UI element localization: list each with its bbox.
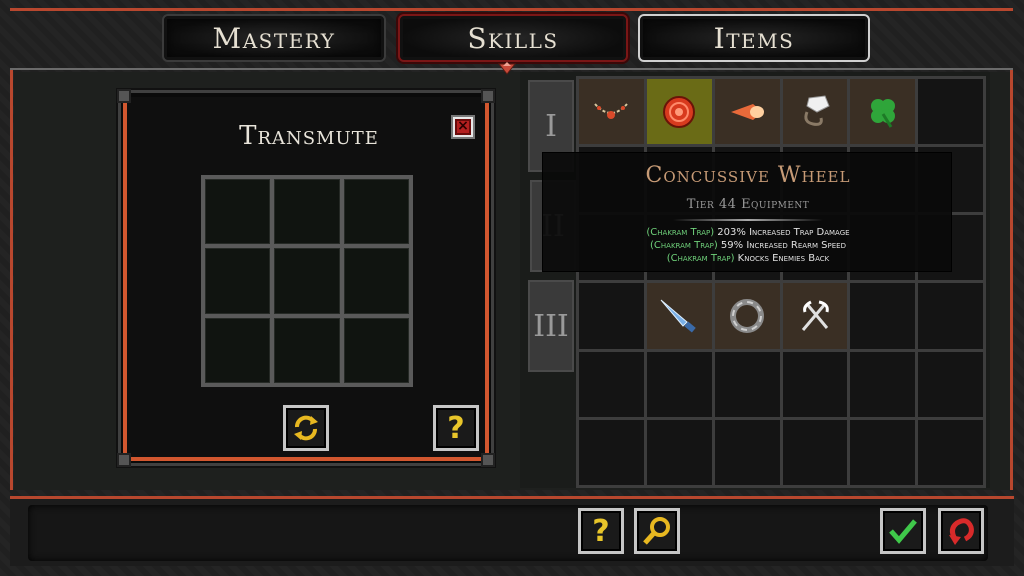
inventory-slot[interactable]: [714, 419, 780, 485]
tooltip-item-name: Concussive Wheel: [645, 163, 851, 188]
tab-skills[interactable]: Skills: [398, 14, 628, 62]
panel-corner-tl: [117, 89, 131, 103]
inventory-grid: [576, 76, 986, 488]
bag-tab-3[interactable]: III: [528, 280, 574, 372]
inventory-slot[interactable]: [579, 351, 644, 417]
red-orb-item-icon: [663, 95, 696, 128]
transmute-slot[interactable]: [205, 317, 271, 383]
inventory-slot[interactable]: [714, 283, 780, 349]
panel-corner-tr: [481, 89, 495, 103]
item-tooltip: Concussive Wheel Tier 44 Equipment (Chak…: [542, 152, 952, 272]
inventory-slot[interactable]: [918, 419, 983, 485]
inventory-slot[interactable]: [646, 283, 712, 349]
inventory-slot[interactable]: [850, 419, 916, 485]
panel-accent-bottom: [131, 457, 481, 461]
bag-tab-1-label: I: [545, 108, 557, 144]
inventory-slot[interactable]: [782, 419, 848, 485]
inventory-slot[interactable]: [579, 419, 644, 485]
inventory-slot[interactable]: [850, 283, 916, 349]
close-x-icon: ×: [455, 119, 471, 135]
panel-corner-br: [481, 453, 495, 467]
inventory-slot[interactable]: [782, 79, 848, 145]
return-arrow-icon: [949, 518, 974, 545]
panel-accent-left: [123, 101, 127, 455]
fur-rope-item-icon: [804, 95, 830, 126]
transmute-slot[interactable]: [205, 248, 271, 314]
inventory-slot[interactable]: [646, 419, 712, 485]
transmute-title: Transmute: [239, 121, 379, 151]
tab-items[interactable]: Items: [638, 14, 870, 62]
crossed-axes-item-icon: [801, 300, 829, 332]
close-button[interactable]: ×: [451, 115, 475, 139]
transmute-slot[interactable]: [343, 248, 409, 314]
help-button-bottom[interactable]: ?: [578, 508, 624, 554]
tooltip-stat-text: Knocks Enemies Back: [734, 253, 830, 264]
inventory-slot[interactable]: [918, 283, 983, 349]
inventory-slot[interactable]: [714, 79, 780, 145]
frame-border-left: [10, 70, 13, 490]
tooltip-divider: [673, 219, 823, 221]
transmute-slot[interactable]: [274, 317, 340, 383]
panel-corner-bl: [117, 453, 131, 467]
panel-accent-right: [485, 101, 489, 455]
inventory-slot[interactable]: [850, 79, 916, 145]
tooltip-stat-tag: (Chakram Trap): [646, 227, 715, 238]
tooltip-stat-line: (Chakram Trap) 59% Increased Rearm Speed: [543, 240, 953, 251]
inventory-slot[interactable]: [714, 351, 780, 417]
transmute-panel: Transmute × ?: [117, 89, 495, 467]
help-button[interactable]: ?: [433, 405, 479, 451]
checkmark-icon: [889, 519, 917, 544]
tab-mastery[interactable]: Mastery: [162, 14, 386, 62]
search-button[interactable]: [634, 508, 680, 554]
inventory-slot[interactable]: [782, 351, 848, 417]
tooltip-stat-text: 203% Increased Trap Damage: [714, 227, 850, 238]
inventory-slot[interactable]: [646, 79, 712, 145]
transmute-slot[interactable]: [343, 317, 409, 383]
inventory-slot[interactable]: [579, 79, 644, 145]
transmute-slot[interactable]: [274, 179, 340, 245]
confirm-button[interactable]: [880, 508, 926, 554]
tab-pointer-icon: [498, 62, 516, 75]
transmute-grid: [201, 175, 413, 387]
frame-border-top-outer: [10, 8, 1013, 11]
question-icon: ?: [592, 513, 610, 549]
fire-bolt-item-icon: [731, 103, 765, 120]
tooltip-stat-tag: (Chakram Trap): [666, 253, 735, 264]
frame-border-right: [1010, 70, 1013, 490]
inventory-slot[interactable]: [579, 283, 644, 349]
bag-tab-3-label: III: [533, 308, 569, 344]
bottom-bar-inner: [28, 505, 988, 561]
tooltip-stat-line: (Chakram Trap) 203% Increased Trap Damag…: [543, 227, 953, 238]
tab-items-label: Items: [713, 21, 795, 55]
clover-item-icon: [870, 98, 895, 128]
inventory-slot[interactable]: [918, 79, 983, 145]
magnifier-icon: [643, 517, 670, 545]
chakram-wheel-item-icon: [730, 299, 765, 334]
inventory-slot[interactable]: [918, 351, 983, 417]
tab-mastery-label: Mastery: [212, 21, 336, 55]
dagger-item-icon: [660, 299, 696, 333]
tab-skills-label: Skills: [467, 21, 559, 55]
necklace-item-icon: [594, 102, 629, 119]
inventory-slot[interactable]: [850, 351, 916, 417]
tooltip-item-tier: Tier 44 Equipment: [686, 197, 810, 212]
tooltip-stat-text: 59% Increased Rearm Speed: [717, 240, 846, 251]
question-icon: ?: [447, 410, 465, 446]
cycle-arrows-icon: [294, 415, 318, 441]
inventory-slot[interactable]: [782, 283, 848, 349]
transmute-slot[interactable]: [343, 179, 409, 245]
inventory-slot[interactable]: [646, 351, 712, 417]
tooltip-stat-tag: (Chakram Trap): [650, 240, 718, 251]
tooltip-stat-line: (Chakram Trap) Knocks Enemies Back: [543, 253, 953, 264]
transmute-button[interactable]: [283, 405, 329, 451]
undo-button[interactable]: [938, 508, 984, 554]
transmute-slot[interactable]: [205, 179, 271, 245]
transmute-slot[interactable]: [274, 248, 340, 314]
